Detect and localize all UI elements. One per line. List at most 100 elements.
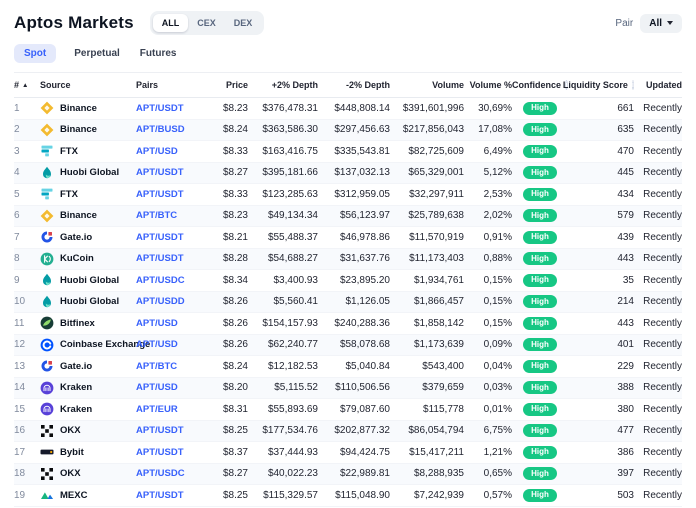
confidence-badge: High: [523, 338, 557, 351]
source-cell[interactable]: Huobi Global: [40, 166, 136, 180]
source-name: Gate.io: [60, 361, 92, 372]
pair-link[interactable]: APT/USDT: [136, 167, 184, 178]
source-cell[interactable]: OKX: [40, 467, 136, 481]
pair-link[interactable]: APT/USDC: [136, 468, 185, 479]
column-label: Updated: [646, 80, 682, 90]
source-cell[interactable]: Kraken: [40, 402, 136, 416]
source-cell[interactable]: Bybit: [40, 445, 136, 459]
pair-link[interactable]: APT/USDT: [136, 253, 184, 264]
minus-depth-cell: $115,048.90: [318, 490, 390, 501]
minus-depth-cell: $22,989.81: [318, 468, 390, 479]
price-cell: $8.28: [202, 253, 248, 264]
source-cell[interactable]: MEXC: [40, 488, 136, 502]
source-name: Binance: [60, 210, 97, 221]
rank-cell: 12: [14, 339, 40, 350]
liquidity-score-cell: 434: [568, 189, 634, 200]
pair-link[interactable]: APT/USDC: [136, 275, 185, 286]
source-cell[interactable]: Gate.io: [40, 359, 136, 373]
column-header-volume-[interactable]: Volume %: [464, 80, 512, 90]
pair-link[interactable]: APT/BTC: [136, 210, 177, 221]
rank-cell: 8: [14, 253, 40, 264]
pair-link[interactable]: APT/BTC: [136, 361, 177, 372]
price-cell: $8.25: [202, 490, 248, 501]
source-name: KuCoin: [60, 253, 94, 264]
pair-link[interactable]: APT/USD: [136, 318, 178, 329]
source-cell[interactable]: Gate.io: [40, 230, 136, 244]
column-header-price[interactable]: Price: [202, 80, 248, 90]
source-cell[interactable]: Binance: [40, 209, 136, 223]
pair-link[interactable]: APT/BUSD: [136, 124, 185, 135]
column-header-pairs[interactable]: Pairs: [136, 80, 202, 90]
volume-pct-cell: 17,08%: [464, 124, 512, 135]
column-header--[interactable]: #▲: [14, 80, 40, 90]
table-row: 3FTXAPT/USD$8.33$163,416.75$335,543.81$8…: [14, 141, 682, 163]
confidence-cell: High: [512, 381, 568, 394]
bybit-icon: [40, 445, 54, 459]
pair-cell: APT/USDT: [136, 232, 202, 243]
source-name: Huobi Global: [60, 275, 119, 286]
plus-depth-cell: $5,560.41: [248, 296, 318, 307]
column-label: Volume: [432, 80, 464, 90]
volume-pct-cell: 0,88%: [464, 253, 512, 264]
rank-cell: 17: [14, 447, 40, 458]
confidence-badge: High: [523, 467, 557, 480]
pair-link[interactable]: APT/USDD: [136, 296, 185, 307]
pair-link[interactable]: APT/USD: [136, 382, 178, 393]
pair-link[interactable]: APT/USDT: [136, 425, 184, 436]
confidence-cell: High: [512, 166, 568, 179]
pair-link[interactable]: APT/USDT: [136, 189, 184, 200]
table-row: 15KrakenAPT/EUR$8.31$55,893.69$79,087.60…: [14, 399, 682, 421]
volume-pct-cell: 0,15%: [464, 318, 512, 329]
volume-cell: $11,173,403: [390, 253, 464, 264]
column-header--2-depth[interactable]: +2% Depth: [248, 80, 318, 90]
tab-futures[interactable]: Futures: [138, 44, 179, 63]
column-header-volume[interactable]: Volume: [390, 80, 464, 90]
rank-cell: 19: [14, 490, 40, 501]
plus-depth-cell: $49,134.34: [248, 210, 318, 221]
tab-perpetual[interactable]: Perpetual: [72, 44, 122, 63]
source-cell[interactable]: Kraken: [40, 381, 136, 395]
liquidity-score-cell: 388: [568, 382, 634, 393]
source-cell[interactable]: Binance: [40, 123, 136, 137]
source-cell[interactable]: Binance: [40, 101, 136, 115]
source-cell[interactable]: FTX: [40, 187, 136, 201]
source-cell[interactable]: Coinbase Exchange: [40, 338, 136, 352]
market-toggle-cex[interactable]: CEX: [188, 14, 225, 32]
pair-cell: APT/USDT: [136, 167, 202, 178]
price-cell: $8.26: [202, 296, 248, 307]
plus-depth-cell: $123,285.63: [248, 189, 318, 200]
plus-depth-cell: $395,181.66: [248, 167, 318, 178]
minus-depth-cell: $56,123.97: [318, 210, 390, 221]
table-row: 5FTXAPT/USDT$8.33$123,285.63$312,959.05$…: [14, 184, 682, 206]
pair-link[interactable]: APT/USD: [136, 339, 178, 350]
source-name: Kraken: [60, 404, 92, 415]
pair-link[interactable]: APT/EUR: [136, 404, 178, 415]
market-toggle-dex[interactable]: DEX: [225, 14, 262, 32]
confidence-badge: High: [523, 274, 557, 287]
minus-depth-cell: $448,808.14: [318, 103, 390, 114]
source-cell[interactable]: Bitfinex: [40, 316, 136, 330]
table-row: 4Huobi GlobalAPT/USDT$8.27$395,181.66$13…: [14, 163, 682, 185]
column-header-confidence[interactable]: Confidencei: [512, 80, 568, 90]
column-header-liquidity-score[interactable]: Liquidity Scorei: [568, 80, 634, 90]
pair-link[interactable]: APT/USDT: [136, 232, 184, 243]
source-name: Bitfinex: [60, 318, 95, 329]
liquidity-score-cell: 439: [568, 232, 634, 243]
pair-link[interactable]: APT/USDT: [136, 103, 184, 114]
source-cell[interactable]: FTX: [40, 144, 136, 158]
market-toggle-all[interactable]: ALL: [153, 14, 189, 32]
column-header-source[interactable]: Source: [40, 80, 136, 90]
source-cell[interactable]: OKX: [40, 424, 136, 438]
volume-pct-cell: 5,12%: [464, 167, 512, 178]
column-header--2-depth[interactable]: -2% Depth: [318, 80, 390, 90]
kraken-icon: [40, 402, 54, 416]
tab-spot[interactable]: Spot: [14, 44, 56, 63]
source-cell[interactable]: Huobi Global: [40, 273, 136, 287]
pair-link[interactable]: APT/USDT: [136, 490, 184, 501]
column-header-updated[interactable]: Updated: [634, 80, 682, 90]
pair-link[interactable]: APT/USDT: [136, 447, 184, 458]
pair-filter-dropdown[interactable]: All: [640, 14, 682, 33]
source-cell[interactable]: KuCoin: [40, 252, 136, 266]
source-cell[interactable]: Huobi Global: [40, 295, 136, 309]
pair-link[interactable]: APT/USD: [136, 146, 178, 157]
